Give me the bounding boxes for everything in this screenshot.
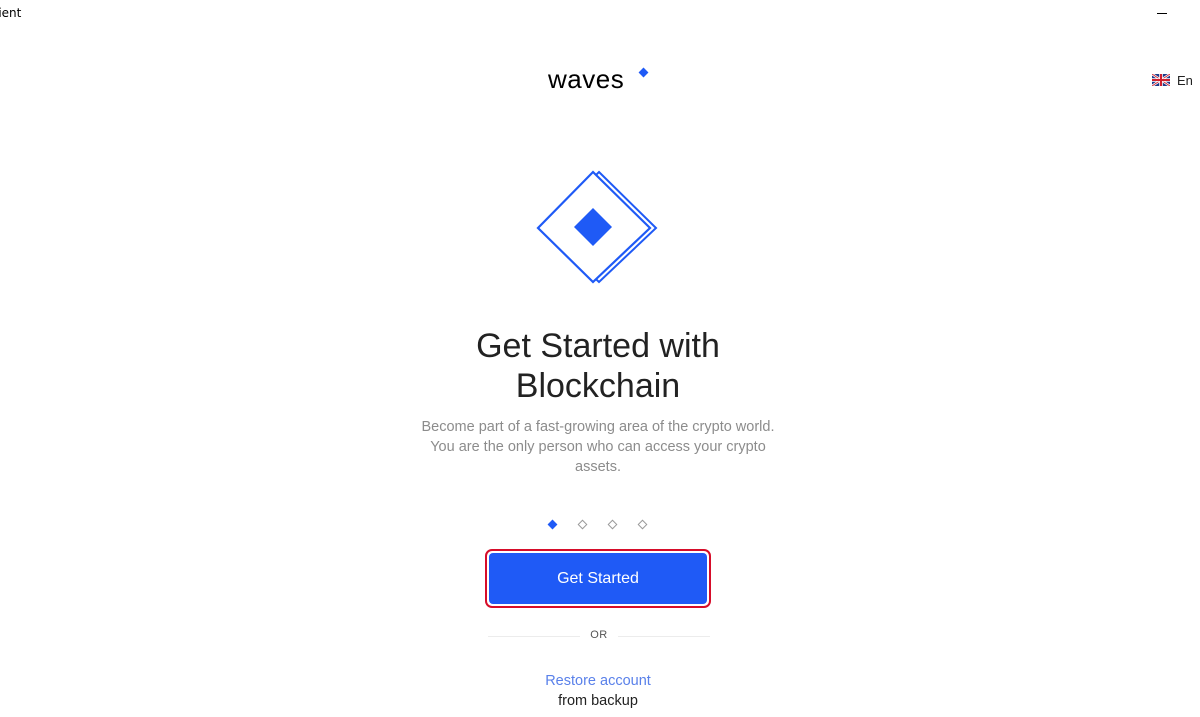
get-started-button[interactable]: Get Started — [489, 553, 707, 604]
headline-line-2: Blockchain — [515, 367, 681, 405]
or-divider: OR — [488, 628, 710, 646]
carousel-dot-4[interactable] — [637, 519, 648, 530]
page-headline: Get Started with Blockchain — [398, 326, 798, 406]
logo-diamond-icon — [638, 67, 649, 78]
or-label: OR — [590, 629, 608, 641]
page-description: Become part of a fast-growing area of th… — [421, 419, 775, 475]
restore-subtitle: from backup — [558, 693, 638, 709]
language-label: En — [1177, 72, 1193, 88]
carousel-dot-3[interactable] — [607, 519, 618, 530]
title-bar: lient — [0, 0, 1200, 28]
logo-text: waves — [548, 64, 625, 94]
window-title: lient — [0, 6, 22, 20]
uk-flag-icon — [1152, 74, 1170, 86]
language-selector[interactable]: En — [1152, 72, 1193, 88]
minimize-icon — [1157, 13, 1167, 14]
carousel-indicator — [546, 519, 656, 533]
restore-account-link[interactable]: Restore account — [448, 673, 748, 689]
app-window: lient waves En Get Started with Blockcha… — [0, 0, 1200, 717]
headline-line-1: Get Started with — [476, 327, 720, 365]
carousel-dot-1[interactable] — [547, 519, 558, 530]
carousel-dot-2[interactable] — [577, 519, 588, 530]
waves-logo: waves — [548, 64, 649, 94]
divider-line-right — [618, 636, 710, 637]
minimize-button[interactable] — [1146, 0, 1178, 28]
waves-diamond-icon — [536, 170, 658, 284]
